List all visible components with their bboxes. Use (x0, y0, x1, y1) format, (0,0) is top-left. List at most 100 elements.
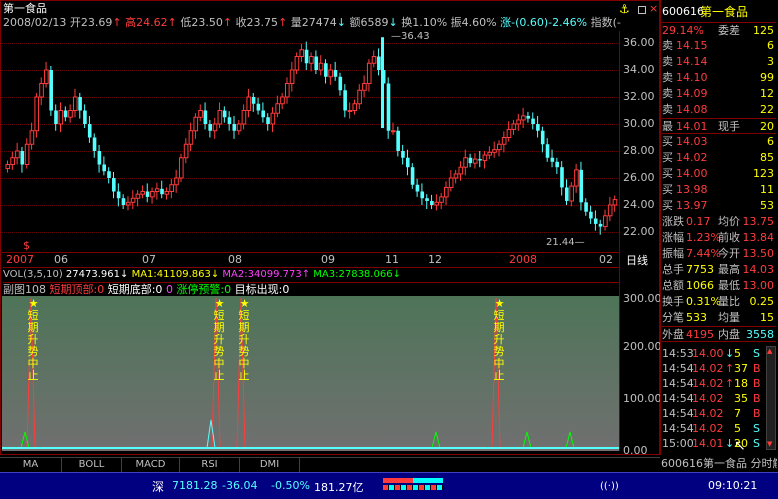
candle-body (458, 166, 464, 175)
candle-body (338, 76, 343, 91)
candle-body (125, 201, 131, 206)
stat-value: 15 (760, 311, 774, 324)
trade-side: B (753, 407, 761, 420)
trade-volume: 35 (734, 392, 748, 405)
candle-body (227, 117, 232, 124)
info-volume: 量27474 (290, 16, 337, 29)
signal-text: 短期升势中止 (238, 309, 250, 382)
tab-dmi[interactable]: DMI (240, 458, 300, 472)
stat-label: 最高 (718, 263, 740, 276)
legend-limit-up: 涨停预警:0 (176, 283, 232, 296)
sell-volume: 6 (767, 39, 774, 52)
arrow-up-icon: ↑ (725, 362, 735, 375)
arrow-down-icon: ↓ (725, 347, 735, 360)
y-tick-label: 24.00 (623, 198, 655, 211)
tab-boll[interactable]: BOLL (62, 458, 122, 472)
trade-time: 14:54 (662, 407, 694, 420)
x-tick-label: 06 (54, 253, 68, 266)
last-label: 最 (662, 120, 673, 133)
y-tick-label: 32.00 (623, 90, 655, 103)
x-tick-label: 02 (599, 253, 613, 266)
legend-target: 目标出现:0 (234, 283, 290, 296)
candlestick-chart[interactable] (2, 31, 619, 253)
buy-label: 买 (662, 167, 673, 180)
candle-body (362, 83, 367, 91)
candle-body (444, 186, 449, 198)
trade-side: S (753, 422, 760, 435)
candle-body (482, 154, 488, 161)
candle-body (188, 130, 194, 145)
candle-body (284, 83, 290, 98)
candle-body (169, 184, 174, 192)
dividend-marker-icon[interactable]: $ (23, 239, 30, 252)
candle-body (39, 83, 44, 98)
candle-body (97, 151, 102, 165)
candle-body (289, 69, 295, 84)
candle-body (425, 198, 429, 201)
candle-body (309, 56, 314, 64)
signal-icon[interactable]: ((·)) (600, 481, 619, 492)
y-tick-label: 26.00 (623, 171, 655, 184)
stat-label: 涨幅 (662, 231, 684, 244)
signal-text: 短期升势中止 (493, 309, 505, 382)
stat-value: 13.00 (742, 279, 775, 292)
sub-y-tick-label: 300.00 (623, 292, 662, 305)
sell-row: 卖 14.10 99 (662, 70, 776, 86)
buy-price: 14.00 (676, 167, 708, 180)
candle-body (607, 204, 613, 217)
y-tick-label: 36.00 (623, 36, 655, 49)
candle-body (10, 157, 15, 165)
maximize-icon[interactable] (638, 6, 646, 14)
candle-body (318, 62, 324, 71)
candle-body (140, 191, 146, 195)
info-low: 低23.50 (180, 16, 223, 29)
candle-body (550, 157, 555, 162)
candle-body (545, 144, 550, 158)
candle-body (164, 191, 170, 195)
ratio-row: 29.14% 委差 125 (662, 22, 776, 38)
tab-rsi[interactable]: RSI (180, 458, 240, 472)
ohlc-info-line: 2008/02/13 开23.69↑ 高24.62↑ 低23.50↑ 收23.7… (3, 16, 621, 30)
tab-macd[interactable]: MACD (122, 458, 180, 472)
period-label[interactable]: 日线 (626, 252, 648, 268)
stat-label: 振幅 (662, 247, 684, 260)
trade-time: 14:54 (662, 392, 694, 405)
y-tick-label: 34.00 (623, 63, 655, 76)
x-tick-label: 11 (385, 253, 399, 266)
stat-label: 前收 (718, 231, 740, 244)
arrow-up-icon: ↑ (167, 16, 177, 29)
arrow-up-icon: ↑ (725, 377, 735, 390)
signal-label: ★ 短期升势中止 (213, 298, 226, 382)
trade-time: 14:54 (662, 362, 694, 375)
vol-ma1: MA1:41109.863 (131, 269, 211, 280)
candle-body (333, 70, 338, 77)
arrow-up-icon: ↑ (301, 269, 311, 280)
candle-body (193, 116, 199, 132)
indicator-chart[interactable] (2, 296, 619, 456)
candle-body (598, 223, 603, 227)
fall-bar (413, 478, 443, 483)
candle-body (574, 169, 579, 187)
anchor-icon[interactable]: ⚓ (619, 2, 630, 16)
candle-body (24, 143, 30, 165)
buy-label: 买 (662, 183, 673, 196)
trade-time: 14:54 (662, 422, 694, 435)
sub-y-tick-label: 200.00 (623, 340, 662, 353)
close-icon[interactable]: × (649, 2, 658, 15)
arrow-down-icon: ↓ (210, 269, 220, 280)
candle-body (401, 151, 405, 158)
chart-region[interactable]: 第一食品 2008/02/13 开23.69↑ 高24.62↑ 低23.50↑ … (0, 0, 662, 457)
volume-info-line: VOL(3,5,10) 27473.961↓ MA1:41109.863↓ MA… (3, 267, 619, 282)
clock: 09:10:21 (708, 479, 758, 492)
vol-value: 27473.961 (65, 269, 120, 280)
sell-label: 卖 (662, 55, 673, 68)
candle-body (217, 110, 223, 125)
candle-body (299, 49, 305, 57)
candle-body (415, 184, 420, 192)
quote-footer: 600616第一食品 分时解 (661, 456, 777, 471)
candle-body (314, 56, 319, 70)
tab-ma[interactable]: MA (0, 458, 62, 472)
candle-body (160, 188, 164, 195)
sell-volume: 12 (760, 87, 774, 100)
stat-label: 分笔 (662, 311, 684, 324)
